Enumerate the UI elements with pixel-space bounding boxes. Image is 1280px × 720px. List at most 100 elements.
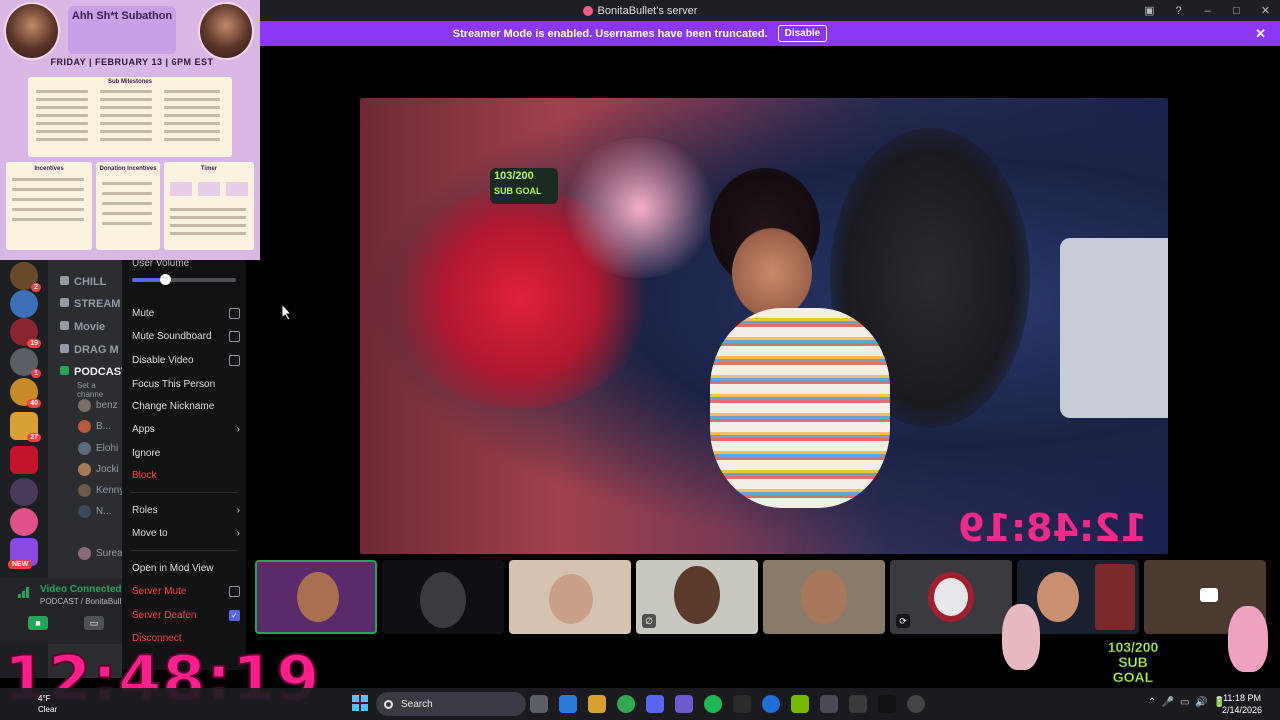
donation-incentives-panel: Donation Incentives: [96, 162, 160, 250]
member-name: benz: [96, 400, 118, 411]
mute-soundboard-item[interactable]: Mute Soundboard: [132, 331, 240, 342]
system-tray[interactable]: ⌃ 🎤 ▭ 🔊 🔋: [1148, 697, 1225, 708]
voice-member[interactable]: Elohi: [78, 442, 118, 455]
windows-start-icon[interactable]: [352, 695, 368, 711]
close-window-icon[interactable]: ✕: [1251, 4, 1280, 17]
help-icon[interactable]: ?: [1164, 5, 1193, 17]
channel-drag[interactable]: DRAG M: [60, 344, 119, 356]
server-icon-8[interactable]: [10, 478, 38, 506]
muted-icon: ∅: [642, 614, 656, 628]
epic-games-icon[interactable]: [733, 695, 751, 713]
voice-member[interactable]: B...: [78, 420, 111, 433]
camera-icon[interactable]: ■: [28, 616, 48, 630]
open-mod-view-item[interactable]: Open in Mod View: [132, 563, 240, 574]
obs-icon[interactable]: [907, 695, 925, 713]
server-mute-item[interactable]: Server Mute: [132, 586, 240, 597]
checkbox[interactable]: [229, 308, 240, 319]
mouse-cursor-icon: [281, 303, 293, 321]
task-view-icon[interactable]: [530, 695, 548, 713]
chevron-right-icon: ›: [236, 505, 240, 516]
spotify-icon[interactable]: [704, 695, 722, 713]
voice-member[interactable]: benz: [78, 399, 118, 412]
volume-knob[interactable]: [160, 274, 172, 285]
server-icon-5[interactable]: 40: [10, 378, 41, 408]
participant-face: [674, 566, 720, 624]
app-icon[interactable]: [849, 695, 867, 713]
mute-item[interactable]: Mute: [132, 308, 240, 319]
taskbar-clock[interactable]: 11:18 PM 2/14/2026: [1222, 692, 1262, 716]
participant-tile[interactable]: ∅: [636, 560, 758, 634]
taskbar-search[interactable]: Search: [376, 692, 526, 716]
channel-name: DRAG M: [74, 344, 119, 356]
maximize-icon[interactable]: □: [1222, 5, 1251, 17]
unread-badge: 19: [27, 339, 41, 348]
checkbox[interactable]: [229, 586, 240, 597]
channel-chill[interactable]: CHILL: [60, 276, 106, 288]
signal-icon[interactable]: [18, 586, 30, 598]
stream-goal-count: 103/200: [494, 170, 534, 182]
participant-face: [801, 570, 847, 624]
server-icon-3[interactable]: 19: [10, 318, 41, 348]
checkbox[interactable]: [229, 355, 240, 366]
stage-icon: [60, 366, 69, 375]
focus-person-item[interactable]: Focus This Person: [132, 379, 240, 390]
checkbox[interactable]: [229, 331, 240, 342]
server-icon-9[interactable]: [10, 508, 38, 536]
nvidia-icon[interactable]: [791, 695, 809, 713]
channel-movie[interactable]: Movie: [60, 321, 105, 333]
tiktok-icon[interactable]: [878, 695, 896, 713]
server-icon-4[interactable]: 1: [10, 348, 41, 378]
participant-tile[interactable]: [763, 560, 885, 634]
screen-share-icon: ⟳: [896, 614, 910, 628]
chibi-girl-sticker: [1228, 606, 1268, 672]
menu-divider: [130, 550, 238, 551]
participant-tile[interactable]: ⟳: [890, 560, 1012, 634]
disable-streamer-mode-button[interactable]: Disable: [777, 25, 828, 42]
server-icon-7[interactable]: [10, 446, 38, 474]
inbox-icon[interactable]: ▣: [1135, 4, 1164, 17]
server-icon-6[interactable]: 27: [10, 412, 41, 442]
server-deafen-item[interactable]: Server Deafen ✓: [132, 610, 240, 621]
channel-name: PODCAST: [74, 366, 122, 378]
minimize-icon[interactable]: –: [1193, 5, 1222, 17]
discord-icon[interactable]: [646, 695, 664, 713]
participant-tile[interactable]: [382, 560, 504, 634]
participant-tile[interactable]: [255, 560, 377, 634]
game-bar-icon[interactable]: [675, 695, 693, 713]
checkbox-checked[interactable]: ✓: [229, 610, 240, 621]
move-to-item[interactable]: Move to ›: [132, 528, 240, 539]
stream-goal-box: 103/200 SUB GOAL: [490, 168, 558, 204]
voice-member[interactable]: Jocki: [78, 463, 119, 476]
participant-tile[interactable]: [509, 560, 631, 634]
steam-icon[interactable]: [762, 695, 780, 713]
ignore-item[interactable]: Ignore: [132, 448, 240, 459]
video-off-icon: [1200, 588, 1218, 602]
app-icon[interactable]: [820, 695, 838, 713]
weather-widget[interactable]: 4°F Clear: [38, 693, 57, 715]
voice-member[interactable]: Kenny: [78, 484, 122, 497]
focused-stream-video[interactable]: 103/200 SUB GOAL 12:48:19: [360, 98, 1168, 554]
copilot-icon[interactable]: [559, 695, 577, 713]
apps-item[interactable]: Apps ›: [132, 424, 240, 435]
block-item[interactable]: Block: [132, 470, 240, 481]
voice-location[interactable]: PODCAST / BonitaBull: [40, 597, 121, 606]
stream-mirrored-timer: 12:48:19: [958, 506, 1148, 550]
roles-item[interactable]: Roles ›: [132, 505, 240, 516]
chrome-icon[interactable]: [617, 695, 635, 713]
server-icon-1[interactable]: 2: [10, 262, 41, 292]
server-icon-2[interactable]: [10, 290, 38, 318]
file-explorer-icon[interactable]: [588, 695, 606, 713]
voice-member[interactable]: N...: [78, 505, 112, 518]
participant-face: [420, 572, 466, 628]
voice-member[interactable]: Surea: [78, 547, 122, 560]
screen-share-icon[interactable]: ▭: [84, 616, 104, 630]
avatar: [78, 399, 91, 412]
change-nickname-item[interactable]: Change Nickname: [132, 401, 240, 412]
user-volume-slider[interactable]: [132, 274, 236, 285]
channel-podcast[interactable]: PODCAST: [60, 366, 122, 378]
member-name: Jocki: [96, 464, 119, 475]
close-banner-icon[interactable]: ✕: [1255, 26, 1266, 42]
chevron-right-icon: ›: [236, 424, 240, 435]
channel-stream[interactable]: STREAM: [60, 298, 120, 310]
disable-video-item[interactable]: Disable Video: [132, 355, 240, 366]
